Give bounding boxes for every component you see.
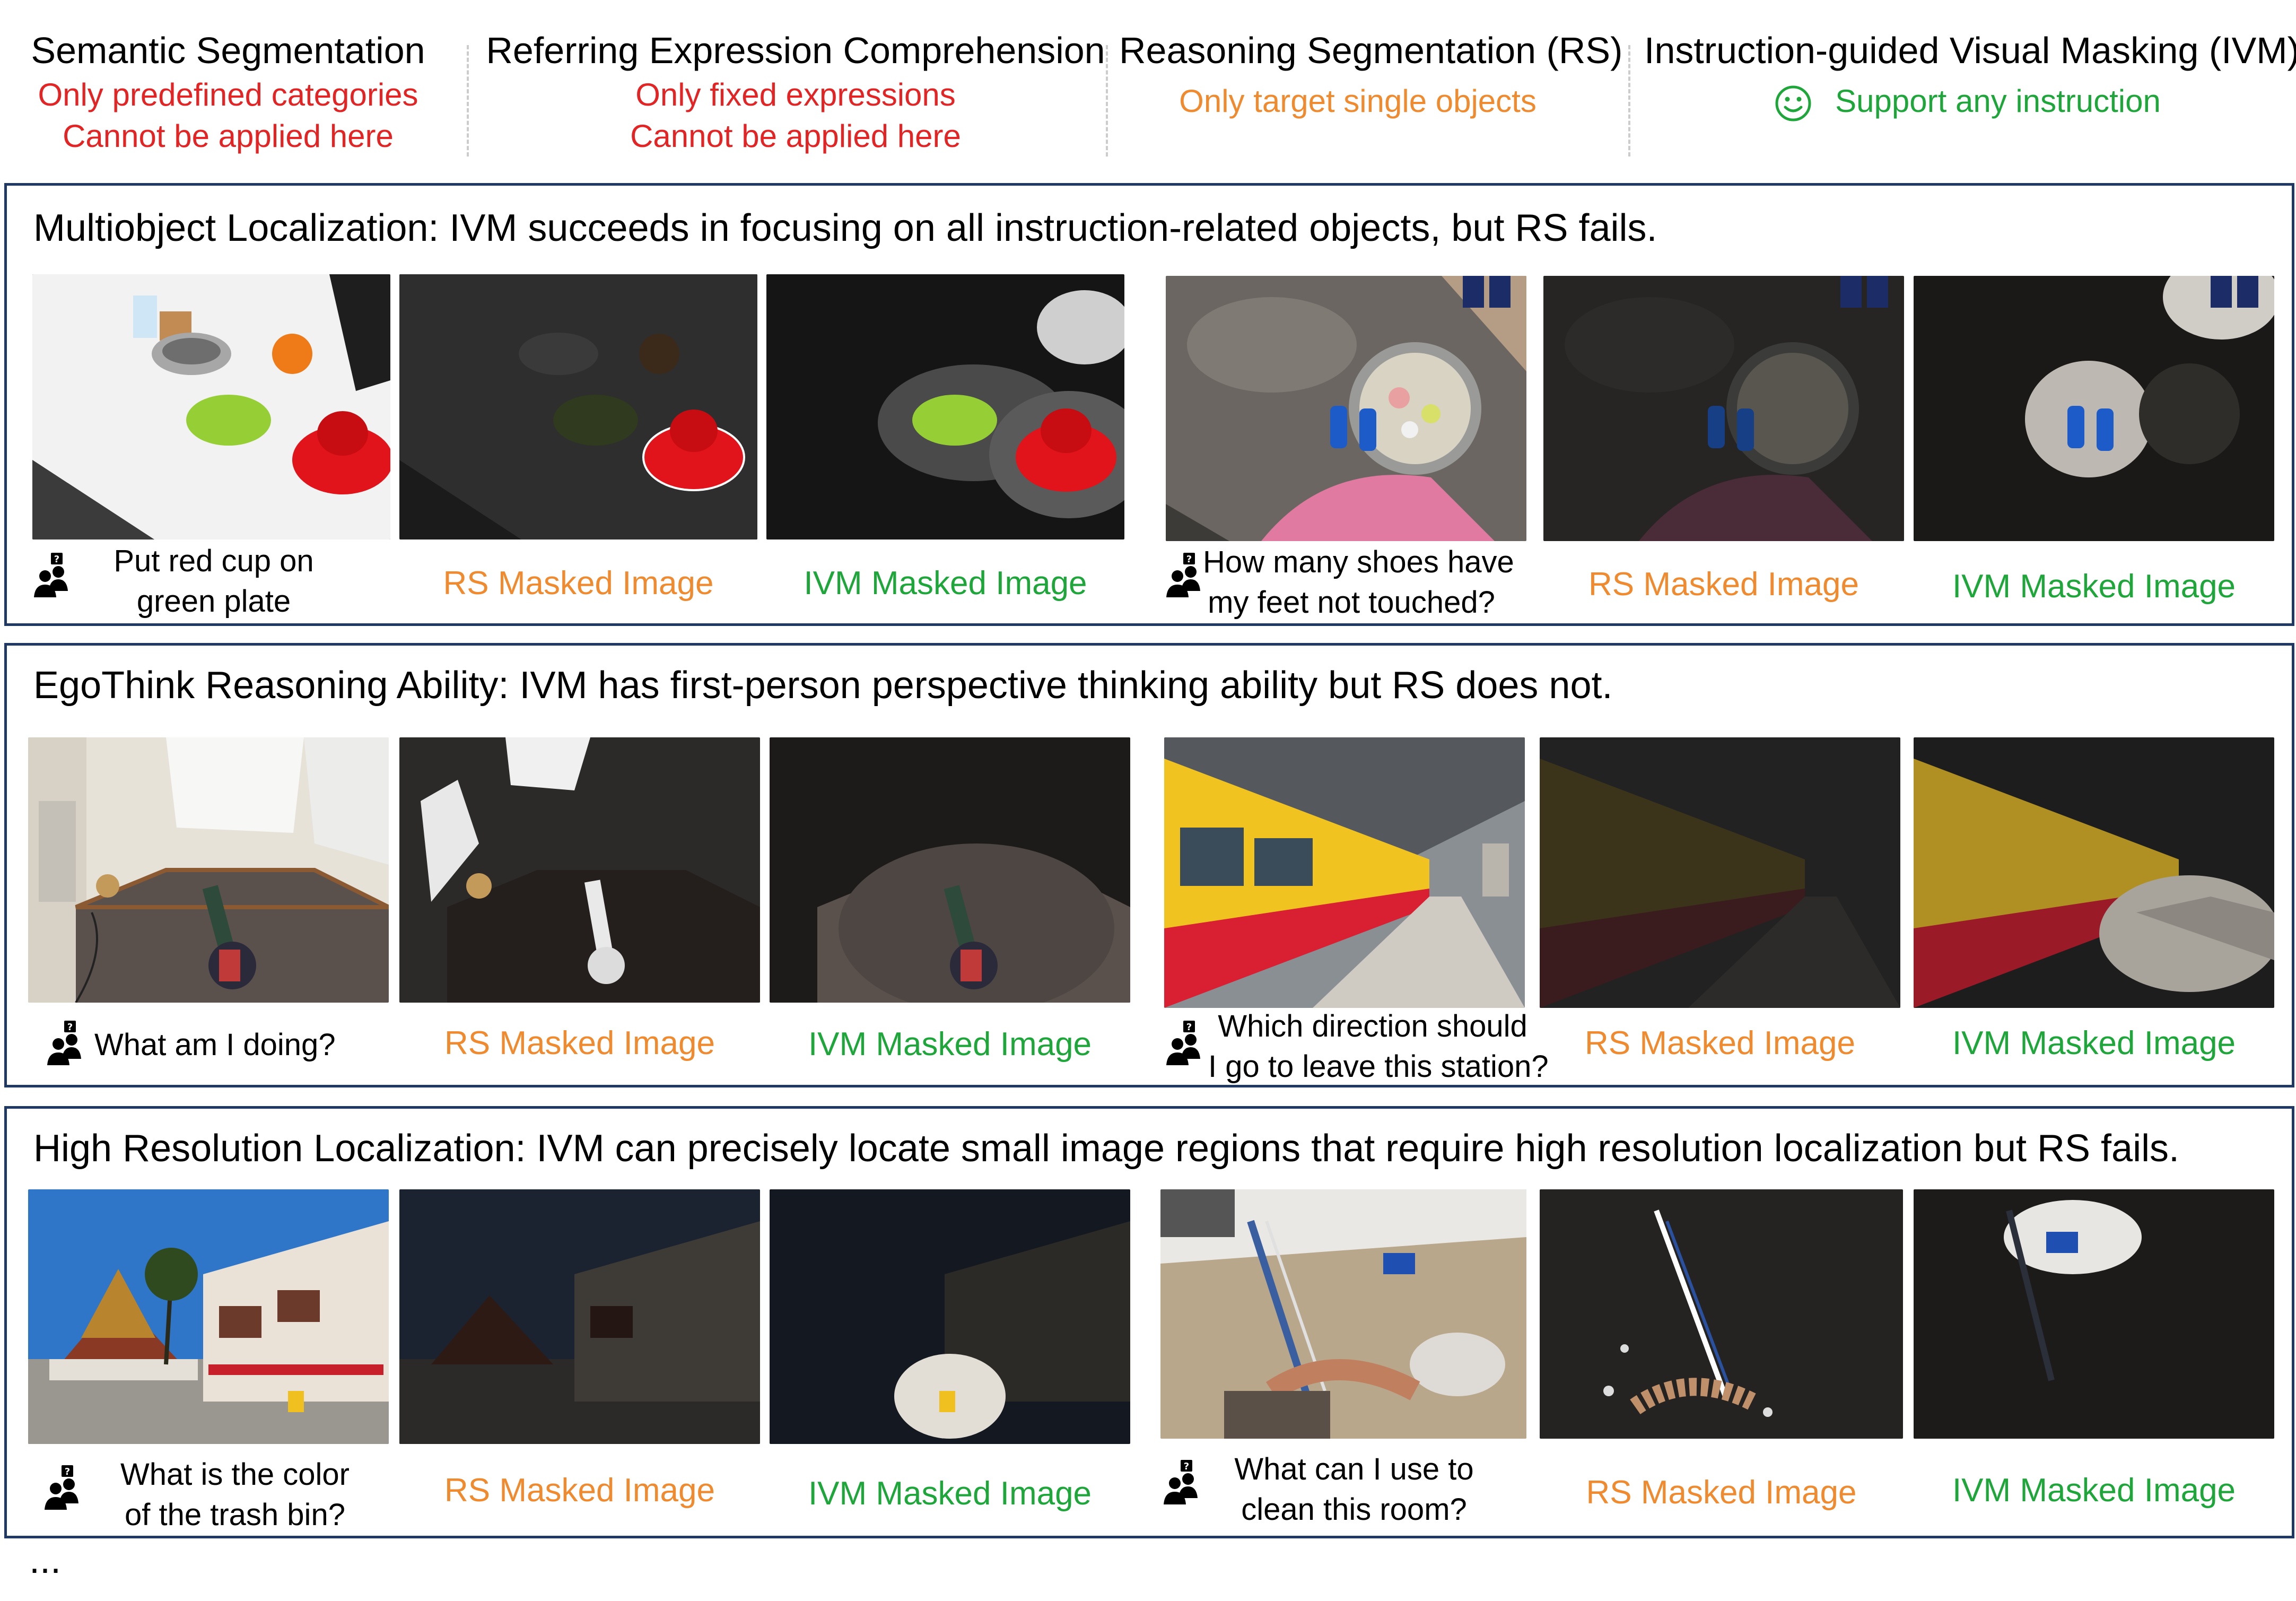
- header-col-ivm: Instruction-guided Visual Masking (IVM) …: [1644, 27, 2296, 122]
- ivm-masked-image-street: [770, 1189, 1130, 1444]
- question-person-icon: [1160, 1459, 1208, 1507]
- header-divider: [1106, 45, 1108, 156]
- ivm-masked-image-room: [770, 737, 1130, 1003]
- ivm-caption: IVM Masked Image: [804, 565, 1087, 602]
- original-image-station: [1164, 737, 1525, 1008]
- original-image-floor: [1166, 276, 1526, 541]
- section-title: Multiobject Localization: IVM succeeds i…: [33, 207, 1657, 249]
- ellipsis: ...: [29, 1539, 62, 1581]
- header-note: Support any instruction: [1835, 83, 2161, 119]
- question-person-icon: [44, 1020, 92, 1067]
- header-col-rs: Reasoning Segmentation (RS) Only target …: [1119, 27, 1623, 122]
- header-title: Semantic Segmentation: [31, 30, 425, 71]
- ivm-masked-image-table: [766, 274, 1124, 540]
- rs-caption: RS Masked Image: [444, 1472, 715, 1509]
- header-col-semantic-seg: Semantic Segmentation Only predefined ca…: [27, 27, 430, 157]
- ivm-masked-image-floor: [1914, 276, 2274, 541]
- section-title: EgoThink Reasoning Ability: IVM has firs…: [33, 664, 1613, 707]
- section-title: High Resolution Localization: IVM can pr…: [33, 1127, 2180, 1170]
- ivm-masked-image-workshop: [1914, 1189, 2274, 1439]
- rs-caption: RS Masked Image: [443, 565, 714, 602]
- rs-masked-image-room: [399, 737, 760, 1003]
- section-high-resolution: High Resolution Localization: IVM can pr…: [4, 1106, 2294, 1538]
- header-note: Only target single objects: [1179, 83, 1537, 119]
- section-multiobject: Multiobject Localization: IVM succeeds i…: [4, 183, 2294, 626]
- rs-caption: RS Masked Image: [1588, 566, 1859, 603]
- header-divider: [467, 45, 469, 156]
- ivm-caption: IVM Masked Image: [1952, 1025, 2236, 1061]
- section-egothink: EgoThink Reasoning Ability: IVM has firs…: [4, 643, 2294, 1087]
- original-image-room: [28, 737, 389, 1003]
- header-note: Only fixed expressions: [635, 77, 956, 112]
- question-text: What is the color of the trash bin?: [120, 1457, 350, 1532]
- original-image-street: [28, 1189, 389, 1444]
- ivm-caption: IVM Masked Image: [808, 1026, 1092, 1063]
- question-text: Put red cup on green plate: [114, 544, 314, 619]
- rs-masked-image-street: [399, 1189, 760, 1444]
- rs-caption: RS Masked Image: [444, 1025, 715, 1061]
- smiley-icon: [1775, 85, 1811, 121]
- ivm-caption: IVM Masked Image: [1952, 568, 2236, 605]
- header-note: Only predefined categories: [38, 77, 418, 112]
- rs-masked-image-table: [399, 274, 757, 540]
- question-text: What can I use to clean this room?: [1234, 1452, 1474, 1527]
- rs-masked-image-station: [1540, 737, 1900, 1008]
- header-col-rec: Referring Expression Comprehension Only …: [477, 27, 1114, 157]
- question-person-icon: [1163, 1020, 1211, 1067]
- ivm-caption: IVM Masked Image: [808, 1475, 1092, 1512]
- rs-caption: RS Masked Image: [1585, 1025, 1855, 1061]
- question-person-icon: [31, 552, 78, 599]
- question-person-icon: [41, 1464, 89, 1512]
- ivm-masked-image-station: [1914, 737, 2274, 1008]
- header-note: Cannot be applied here: [630, 118, 961, 154]
- header-title: Reasoning Segmentation (RS): [1119, 30, 1623, 71]
- rs-masked-image-floor: [1543, 276, 1904, 541]
- rs-masked-image-workshop: [1540, 1189, 1903, 1439]
- question-text: What am I doing?: [94, 1028, 336, 1062]
- header-title: Instruction-guided Visual Masking (IVM): [1644, 30, 2296, 71]
- question-text: How many shoes have my feet not touched?: [1203, 545, 1514, 620]
- ivm-caption: IVM Masked Image: [1952, 1472, 2236, 1509]
- original-image-workshop: [1160, 1189, 1526, 1439]
- header-title: Referring Expression Comprehension: [486, 30, 1105, 71]
- header-note: Cannot be applied here: [63, 118, 394, 154]
- original-image-table: [32, 274, 390, 540]
- header-divider: [1628, 45, 1630, 156]
- rs-caption: RS Masked Image: [1586, 1474, 1857, 1511]
- question-text: Which direction should I go to leave this…: [1208, 1009, 1549, 1084]
